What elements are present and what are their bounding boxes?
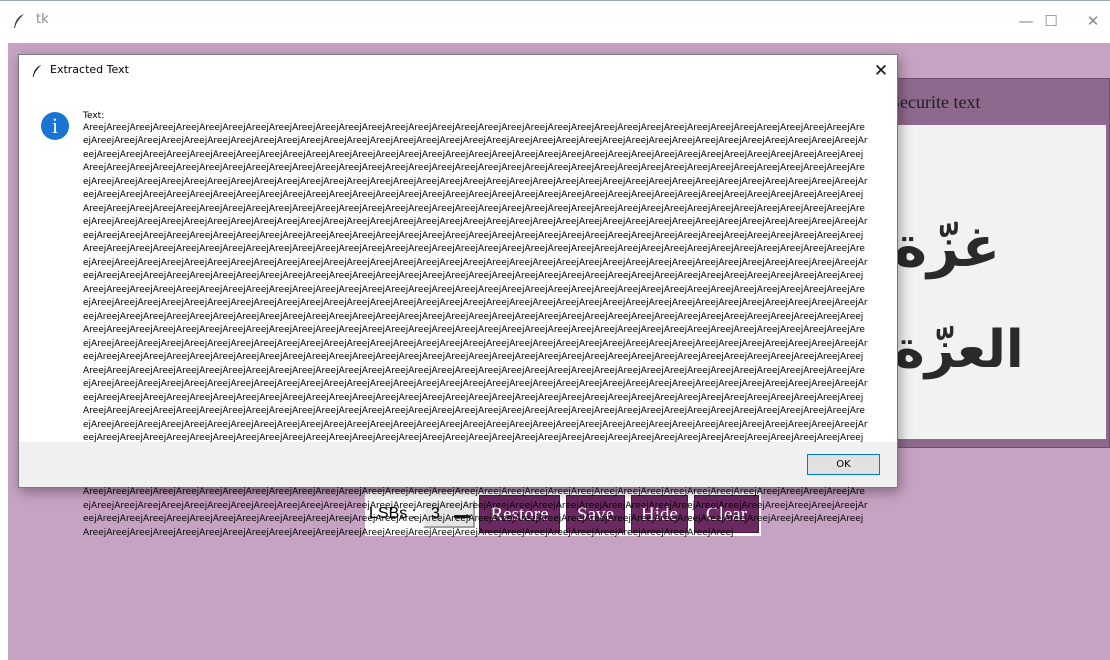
tk-feather-icon	[32, 65, 42, 77]
window-title: tk	[36, 12, 49, 27]
image-text-line1: غزّة	[894, 215, 1001, 280]
dialog-close-button[interactable]: ✕	[869, 59, 893, 83]
dialog-body: i Text: AreejAreejAreejAreejAreejAreejAr…	[19, 87, 897, 538]
minimize-button[interactable]: —	[1012, 9, 1040, 33]
image-text-line2: العزّة	[894, 320, 1024, 380]
info-icon: i	[41, 112, 69, 140]
dialog-footer: OK	[19, 442, 897, 487]
panel-title: Securite text	[890, 92, 981, 112]
main-titlebar: tk — ☐ ✕	[0, 0, 1110, 42]
ok-button[interactable]: OK	[807, 454, 880, 475]
dialog-titlebar: Extracted Text ✕	[19, 55, 897, 87]
close-button[interactable]: ✕	[1079, 9, 1107, 33]
dialog-title: Extracted Text	[50, 63, 129, 76]
extracted-text-dialog: Extracted Text ✕ i Text: AreejAreejAreej…	[18, 54, 898, 538]
message-label: Text:	[83, 111, 105, 121]
image-preview: غزّة العزّة	[894, 125, 1106, 439]
maximize-button[interactable]: ☐	[1037, 9, 1065, 33]
tk-feather-icon	[14, 14, 24, 28]
